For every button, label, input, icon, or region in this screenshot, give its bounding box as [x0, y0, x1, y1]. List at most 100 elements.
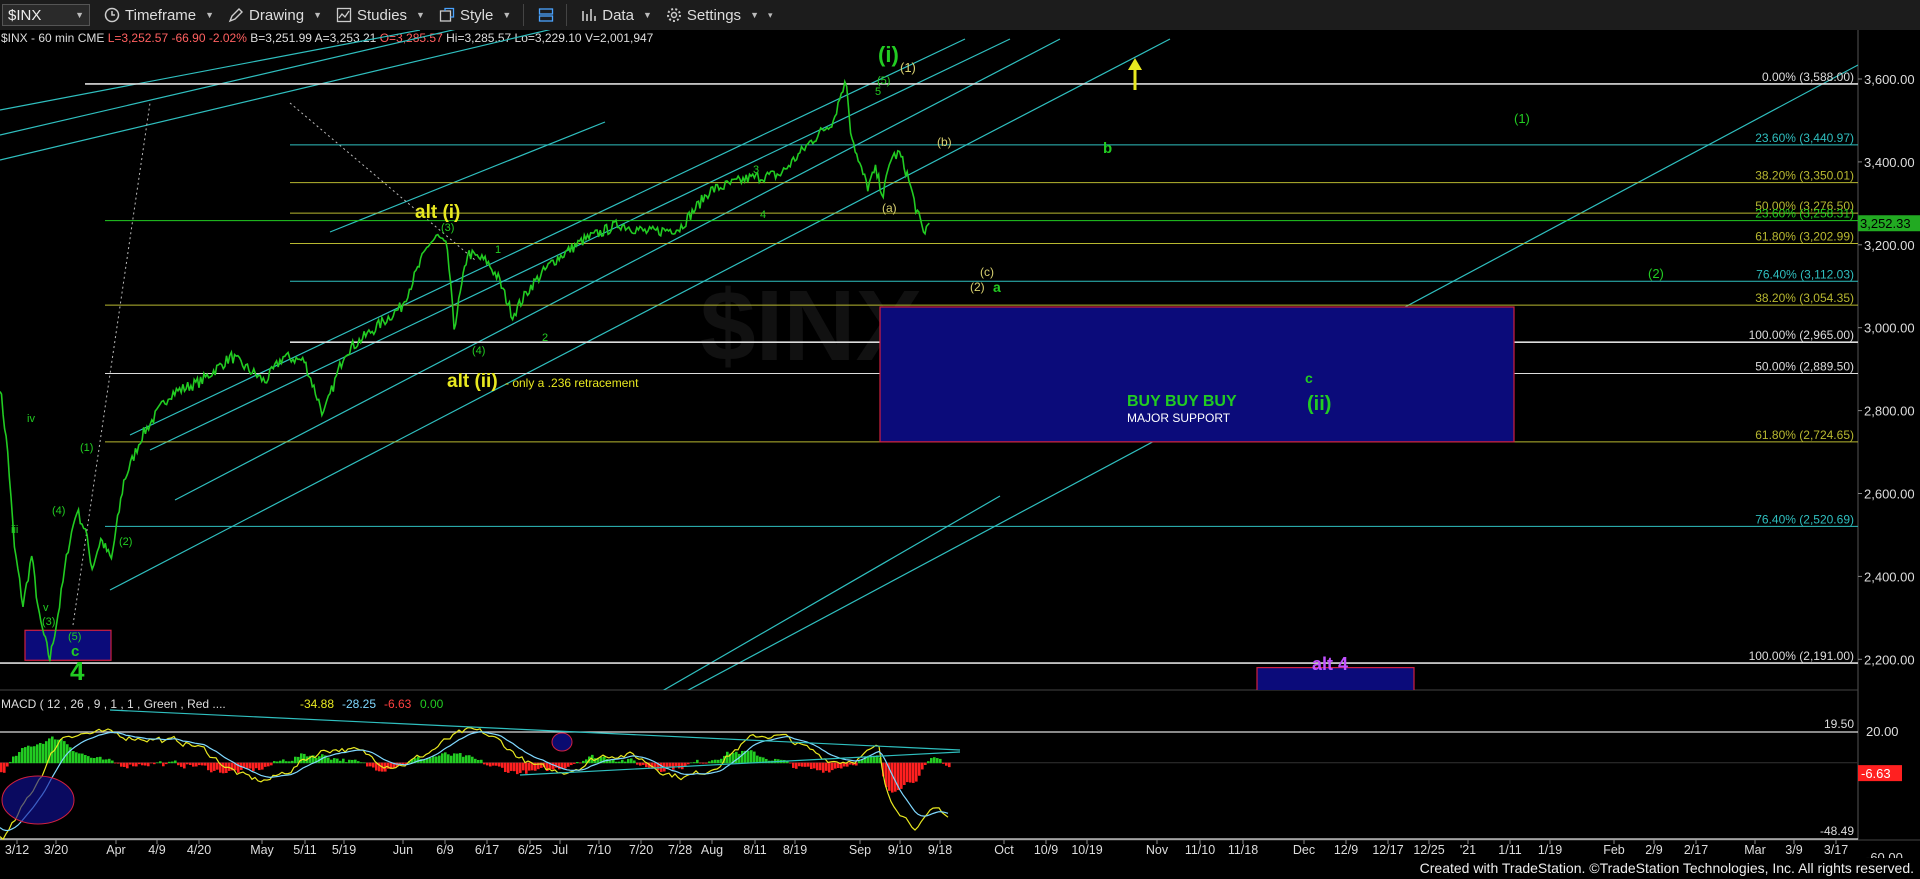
time-tick-label: Jun — [393, 843, 413, 857]
time-tick-label: 5/19 — [332, 843, 356, 857]
macd-hist-bar — [564, 762, 567, 769]
macd-hist-bar — [201, 762, 204, 766]
time-tick-label: Sep — [849, 843, 871, 857]
wave-label: (1) — [80, 442, 93, 454]
dropdown-arrow-icon: ▼ — [75, 10, 84, 20]
macd-hist-bar — [156, 762, 159, 764]
macd-hist-bar — [0, 762, 3, 773]
toolbar: $INX ▼ Timeframe ▼ Drawing ▼ Studies ▼ S… — [0, 0, 1920, 31]
quote-low: Lo=3,229.10 — [515, 31, 582, 45]
data-menu[interactable]: Data ▼ — [581, 7, 652, 24]
macd-hist-bar — [369, 762, 372, 767]
macd-hist-bar — [336, 758, 339, 764]
macd-hist-bar — [567, 762, 570, 767]
fib-level-label: 23.60% (3,440.97) — [1755, 131, 1854, 145]
wave-label: c — [1305, 370, 1313, 386]
fib-level-label: 100.00% (2,965.00) — [1749, 328, 1854, 342]
fib-level-label: 76.40% (3,112.03) — [1756, 267, 1854, 281]
macd-hist-bar — [525, 762, 528, 774]
macd-level-label: -48.49 — [1820, 824, 1854, 838]
macd-hist-bar — [939, 758, 942, 764]
macd-hist-bar — [678, 762, 681, 769]
quote-high: Hi=3,285.57 — [446, 31, 511, 45]
macd-hist-bar — [747, 750, 750, 764]
macd-hist-bar — [354, 759, 357, 764]
macd-hist-bar — [513, 762, 516, 772]
style-menu[interactable]: Style ▼ — [439, 7, 511, 24]
macd-hist-bar — [129, 762, 132, 765]
macd-hist-bar — [696, 759, 699, 764]
symbol-selector[interactable]: $INX ▼ — [2, 4, 90, 26]
macd-hist-bar — [153, 762, 156, 765]
macd-hist-bar — [447, 754, 450, 764]
macd-tick-label: 20.00 — [1866, 724, 1899, 739]
macd-hist-bar — [834, 762, 837, 769]
macd-hist-bar — [612, 759, 615, 764]
studies-menu[interactable]: Studies ▼ — [336, 7, 425, 24]
wave-label: 5 — [875, 86, 881, 98]
wave-label: - only a .236 retracement — [505, 376, 639, 390]
time-tick-label: 11/10 — [1185, 843, 1215, 857]
fib-level-label: 38.20% (3,054.35) — [1755, 291, 1854, 305]
macd-hist-bar — [264, 762, 267, 767]
timeframe-menu[interactable]: Timeframe ▼ — [104, 7, 214, 24]
macd-hist-bar — [528, 762, 531, 771]
footer-credit: Created with TradeStation. ©TradeStation… — [1419, 860, 1914, 876]
macd-hist-bar — [363, 762, 366, 764]
macd-hist-bar — [36, 744, 39, 764]
price-tick-label: 2,800.00 — [1864, 404, 1915, 419]
macd-hist-bar — [108, 758, 111, 764]
macd-hist-bar — [180, 762, 183, 767]
macd-hist-bar — [75, 752, 78, 764]
time-tick-label: 4/9 — [148, 843, 165, 857]
macd-hist-bar — [609, 760, 612, 764]
macd-hist-bar — [699, 762, 702, 764]
wave-label: (5) — [68, 631, 81, 643]
wave-label: (4) — [472, 345, 485, 357]
macd-hist-bar — [99, 756, 102, 764]
wave-label: (4) — [52, 505, 65, 517]
macd-hist-bar — [684, 762, 687, 767]
macd-hist-bar — [801, 762, 804, 767]
macd-hist-bar — [348, 759, 351, 764]
macd-hist-bar — [930, 758, 933, 764]
macd-hist-bar — [915, 762, 918, 782]
settings-menu[interactable]: Settings ▼ ▾ — [666, 7, 773, 24]
macd-hist-bar — [114, 762, 117, 764]
settings-label: Settings — [686, 6, 742, 24]
wave-label: (1) — [900, 60, 916, 75]
macd-hist-bar — [948, 762, 951, 768]
fib-level-label: 23.60% (3,258.31) — [1755, 207, 1854, 221]
macd-hist-bar — [327, 757, 330, 764]
macd-hist-bar — [480, 759, 483, 764]
time-tick-label: 3/17 — [1824, 843, 1848, 857]
drawing-menu[interactable]: Drawing ▼ — [228, 7, 322, 24]
macd-hist-bar — [3, 762, 6, 773]
wave-label: (2) — [119, 536, 132, 548]
macd-hist-bar — [147, 762, 150, 767]
macd-readout-hist: -6.63 — [384, 697, 412, 711]
time-tick-label: Mar — [1744, 843, 1766, 857]
overflow-icon[interactable]: ▾ — [768, 10, 773, 21]
wave-label: (ii) — [1307, 393, 1331, 415]
macd-hist-bar — [573, 762, 576, 764]
gear-icon — [666, 8, 681, 22]
macd-highlight-ellipse[interactable] — [551, 732, 573, 752]
fib-level-label: 38.20% (3,350.01) — [1755, 169, 1854, 183]
macd-hist-bar — [672, 762, 675, 770]
time-tick-label: 10/19 — [1071, 843, 1102, 857]
macd-hist-bar — [81, 753, 84, 764]
macd-hist-bar — [750, 750, 753, 764]
macd-hist-bar — [18, 752, 21, 764]
time-tick-label: Nov — [1146, 843, 1169, 857]
macd-hist-bar — [627, 758, 630, 764]
macd-hist-bar — [516, 762, 519, 775]
macd-hist-bar — [453, 753, 456, 764]
layout-button[interactable] — [538, 7, 554, 23]
macd-hist-bar — [504, 762, 507, 772]
macd-hist-bar — [918, 762, 921, 776]
macd-hist-bar — [252, 762, 255, 772]
macd-highlight-ellipse[interactable] — [1, 775, 75, 825]
last-price-label: 3,252.33 — [1860, 216, 1911, 231]
chart-area[interactable]: $INX $INX - 60 min CME L=3,252.57 -66.90… — [0, 30, 1920, 858]
